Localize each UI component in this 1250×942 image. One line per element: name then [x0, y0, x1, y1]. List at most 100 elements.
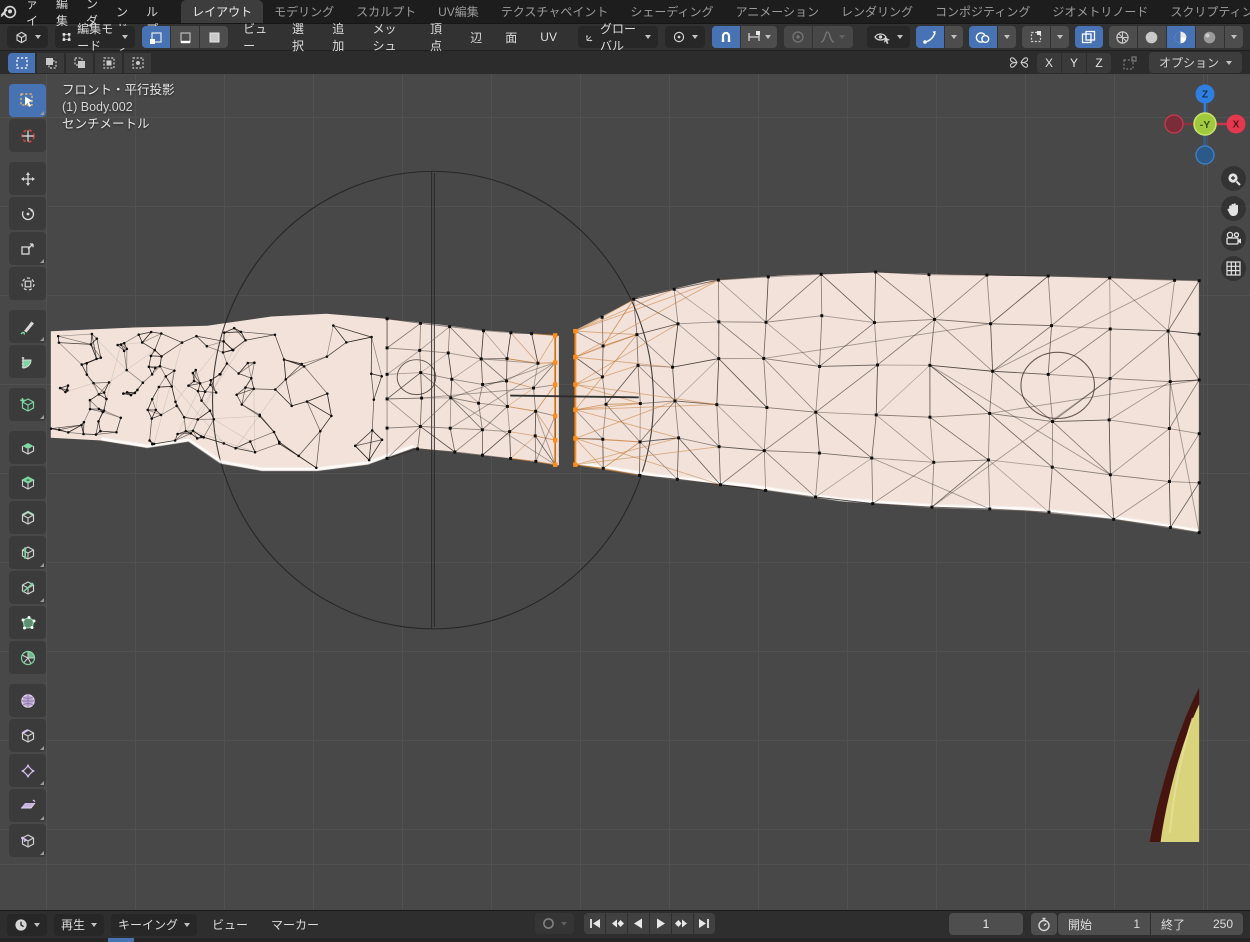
tool-poly-build[interactable] — [9, 606, 46, 639]
tool-bevel[interactable] — [9, 501, 46, 534]
menu-uv[interactable]: UV — [532, 30, 565, 44]
tool-spin[interactable] — [9, 641, 46, 674]
pivot-point-button[interactable] — [665, 26, 705, 48]
editor-type-button[interactable] — [7, 26, 48, 48]
shading-dropdown[interactable] — [1225, 26, 1243, 48]
tool-loop-cut[interactable] — [9, 536, 46, 569]
proportional-edit-button[interactable] — [784, 26, 812, 48]
measure-icon — [19, 353, 37, 371]
tab-11[interactable]: スクリプティング — [1159, 0, 1250, 23]
tool-edge-slide[interactable] — [9, 719, 46, 752]
playhead[interactable] — [108, 938, 134, 942]
select-mode-invert-button[interactable] — [95, 53, 122, 73]
overlays-dropdown[interactable] — [998, 26, 1016, 48]
pan-button[interactable] — [1221, 196, 1246, 221]
use-preview-range-button[interactable] — [1031, 913, 1057, 935]
vertex-select-button[interactable] — [142, 26, 170, 48]
blender-logo-icon[interactable] — [0, 0, 17, 23]
timeline-marker-menu[interactable]: マーカー — [263, 916, 327, 933]
gizmo-negx-axis[interactable] — [1165, 115, 1183, 133]
shading-rendered-button[interactable] — [1196, 26, 1224, 48]
show-gizmo-button[interactable] — [916, 26, 944, 48]
play-reverse-button[interactable] — [628, 913, 649, 934]
shading-solid-button[interactable] — [1138, 26, 1166, 48]
toggle-grid-button[interactable] — [1221, 256, 1246, 281]
options-dropdown[interactable]: オプション — [1149, 52, 1242, 73]
tab-10[interactable]: ジオメトリノード — [1041, 0, 1159, 23]
mesh-edit-overlays-dropdown[interactable] — [1051, 26, 1069, 48]
menu-file[interactable]: ファイル — [17, 0, 47, 23]
mirror-y-button[interactable]: Y — [1062, 53, 1086, 73]
tool-tweak-select[interactable] — [9, 84, 46, 117]
end-frame-field[interactable]: 終了 250 — [1151, 913, 1243, 935]
tool-move[interactable] — [9, 162, 46, 195]
prev-keyframe-button[interactable] — [606, 913, 627, 934]
select-mode-intersect-button[interactable] — [124, 53, 151, 73]
menu-view[interactable]: ビュー — [235, 20, 277, 54]
select-mode-subtract-button[interactable] — [66, 53, 93, 73]
object-visibility-button[interactable] — [867, 26, 910, 48]
snap-magnet-button[interactable] — [712, 26, 740, 48]
tool-smooth[interactable] — [9, 684, 46, 717]
play-button[interactable] — [650, 913, 671, 934]
tool-transform[interactable] — [9, 267, 46, 300]
tool-shrink-fatten[interactable] — [9, 754, 46, 787]
tool-knife[interactable] — [9, 571, 46, 604]
viewport-display-controls — [867, 26, 1243, 48]
select-mode-extend-button[interactable] — [37, 53, 64, 73]
gizmo-dropdown[interactable] — [945, 26, 963, 48]
menu-add[interactable]: 追加 — [324, 20, 357, 54]
show-overlays-button[interactable] — [969, 26, 997, 48]
mode-selector[interactable]: 編集モード — [55, 26, 135, 48]
menu-vertex[interactable]: 頂点 — [422, 20, 455, 54]
shading-material-button[interactable] — [1167, 26, 1195, 48]
tool-rotate[interactable] — [9, 197, 46, 230]
navigation-gizmo[interactable]: Z X -Y — [1163, 82, 1247, 166]
snap-base-icon[interactable] — [1121, 55, 1139, 71]
menu-edit[interactable]: 編集 — [47, 0, 77, 23]
tool-cursor[interactable] — [9, 119, 46, 152]
mirror-z-button[interactable]: Z — [1087, 53, 1111, 73]
timeline-view-menu[interactable]: ビュー — [204, 916, 256, 933]
keying-menu[interactable]: キーイング — [111, 914, 197, 936]
tab-8[interactable]: レンダリング — [830, 0, 924, 23]
tool-add-cube[interactable] — [9, 388, 46, 421]
tool-inset-faces[interactable] — [9, 466, 46, 499]
menu-help[interactable]: ヘルプ — [137, 0, 167, 23]
tool-extrude-region[interactable] — [9, 431, 46, 464]
tool-scale[interactable] — [9, 232, 46, 265]
menu-face[interactable]: 面 — [497, 29, 525, 46]
next-keyframe-button[interactable] — [672, 913, 693, 934]
snap-target-button[interactable] — [741, 26, 777, 48]
viewport-3d[interactable]: フロント・平行投影 (1) Body.002 センチメートル Z X -Y — [0, 74, 1250, 910]
jump-end-button[interactable] — [694, 913, 715, 934]
transform-orientation[interactable]: グローバル — [578, 26, 658, 48]
mirror-x-button[interactable]: X — [1037, 53, 1061, 73]
tab-7[interactable]: アニメーション — [725, 0, 831, 23]
tool-annotate[interactable] — [9, 310, 46, 343]
auto-key-button[interactable] — [535, 913, 574, 934]
toggle-xray-button[interactable] — [1075, 26, 1103, 48]
face-select-button[interactable] — [200, 26, 228, 48]
camera-view-button[interactable] — [1221, 226, 1246, 251]
menu-mesh[interactable]: メッシュ — [365, 20, 416, 54]
zoom-button[interactable] — [1221, 166, 1246, 191]
gizmo-negz-axis[interactable] — [1196, 146, 1214, 164]
tool-shear[interactable] — [9, 789, 46, 822]
playback-menu[interactable]: 再生 — [54, 914, 104, 936]
mesh-edit-overlays-button[interactable] — [1022, 26, 1050, 48]
menu-edge[interactable]: 辺 — [462, 29, 490, 46]
menu-select[interactable]: 選択 — [284, 20, 317, 54]
start-frame-field[interactable]: 開始 1 — [1058, 913, 1150, 935]
proportional-falloff-button[interactable] — [813, 26, 853, 48]
tab-9[interactable]: コンポジティング — [924, 0, 1041, 23]
edge-select-button[interactable] — [171, 26, 199, 48]
jump-start-button[interactable] — [584, 913, 605, 934]
current-frame-field[interactable]: 1 — [949, 913, 1023, 935]
shading-wireframe-button[interactable] — [1109, 26, 1137, 48]
timeline-track[interactable] — [0, 938, 1250, 942]
timeline-editor-type-button[interactable] — [7, 914, 47, 936]
tool-rip-region[interactable] — [9, 824, 46, 857]
select-mode-set-button[interactable] — [8, 53, 35, 73]
tool-measure[interactable] — [9, 345, 46, 378]
